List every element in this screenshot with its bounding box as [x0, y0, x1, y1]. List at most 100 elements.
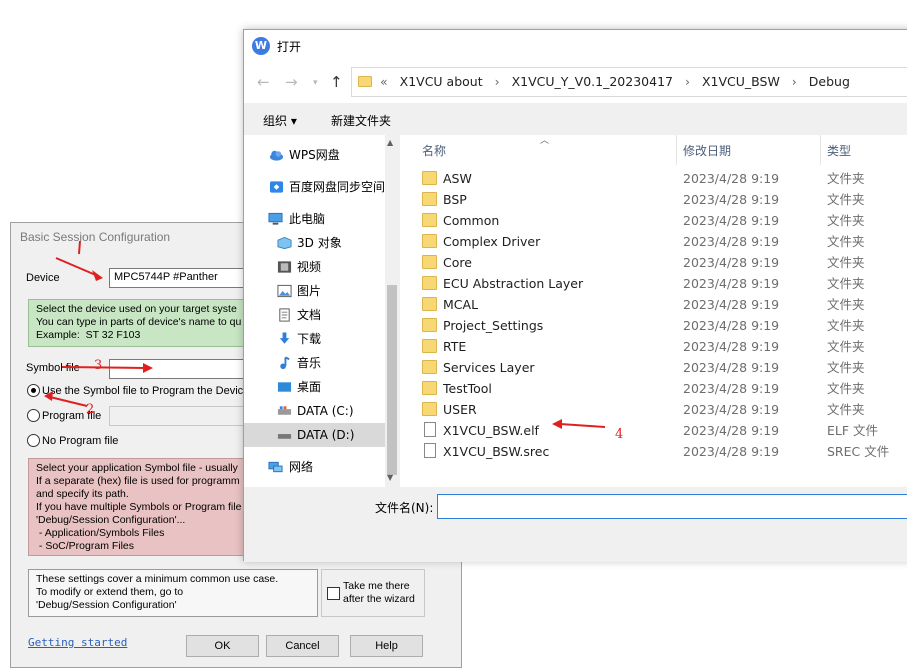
breadcrumb: « X1VCU about › X1VCU_Y_V0.1_20230417 › …: [380, 74, 858, 89]
download-icon: [279, 332, 290, 344]
breadcrumb-overflow[interactable]: «: [380, 74, 388, 89]
folder-row[interactable]: Services Layer 2023/4/28 9:19 文件夹: [400, 357, 907, 378]
symbol-file-input[interactable]: [109, 359, 249, 379]
device-field[interactable]: MPC5744P #Panther: [109, 268, 249, 288]
take-me-there-checkbox[interactable]: [327, 587, 340, 600]
filename-bar: 文件名(N):: [244, 487, 907, 562]
column-header-name[interactable]: 名称: [422, 142, 446, 159]
folder-row[interactable]: BSP 2023/4/28 9:19 文件夹: [400, 189, 907, 210]
file-name: BSP: [443, 192, 467, 207]
folder-icon: [422, 255, 437, 269]
file-name: X1VCU_BSW.elf: [443, 423, 539, 438]
scroll-down-icon[interactable]: ▼: [387, 473, 393, 482]
nav-item-pictures[interactable]: 图片: [244, 279, 385, 303]
file-type: 文件夹: [827, 192, 865, 207]
folder-row[interactable]: MCAL 2023/4/28 9:19 文件夹: [400, 294, 907, 315]
nav-item-drive-d[interactable]: DATA (D:): [244, 423, 385, 447]
cancel-button[interactable]: Cancel: [266, 635, 339, 657]
open-file-dialog: W 打开 ← → ▾ ↑ « X1VCU about › X1VCU_Y_V0.…: [243, 29, 907, 562]
breadcrumb-separator-icon: ›: [494, 74, 500, 89]
program-file-input[interactable]: [109, 406, 249, 426]
folder-row[interactable]: Core 2023/4/28 9:19 文件夹: [400, 252, 907, 273]
nav-item-network[interactable]: 网络: [244, 455, 385, 479]
title-bar: W 打开: [244, 30, 907, 63]
filename-input[interactable]: [437, 494, 907, 519]
column-divider[interactable]: [820, 135, 821, 165]
folder-row[interactable]: ASW 2023/4/28 9:19 文件夹: [400, 168, 907, 189]
breadcrumb-separator-icon: ›: [791, 74, 797, 89]
picture-icon: [277, 284, 292, 298]
folder-row[interactable]: ECU Abstraction Layer 2023/4/28 9:19 文件夹: [400, 273, 907, 294]
column-header-date[interactable]: 修改日期: [683, 142, 731, 159]
folder-row[interactable]: Complex Driver 2023/4/28 9:19 文件夹: [400, 231, 907, 252]
folder-icon: [422, 171, 437, 185]
file-date: 2023/4/28 9:19: [683, 192, 780, 207]
folder-icon: [422, 381, 437, 395]
nav-item-wps-cloud[interactable]: WPS网盘: [244, 143, 385, 167]
no-program-file-radio[interactable]: [27, 434, 40, 447]
new-folder-button[interactable]: 新建文件夹: [331, 112, 391, 129]
music-icon: [280, 356, 290, 370]
breadcrumb-item[interactable]: Debug: [809, 74, 850, 89]
symbol-file-radio[interactable]: [27, 384, 40, 397]
network-icon: [268, 461, 283, 473]
file-name: ASW: [443, 171, 472, 186]
file-row[interactable]: X1VCU_BSW.elf 2023/4/28 9:19 ELF 文件: [400, 420, 907, 441]
file-name: Services Layer: [443, 360, 535, 375]
file-type: 文件夹: [827, 276, 865, 291]
dialog-title: 打开: [277, 40, 302, 54]
file-date: 2023/4/28 9:19: [683, 423, 780, 438]
breadcrumb-item[interactable]: X1VCU_BSW: [702, 74, 780, 89]
nav-item-drive-c[interactable]: DATA (C:): [244, 399, 385, 423]
annotation-number-3: 3: [94, 358, 103, 373]
folder-row[interactable]: TestTool 2023/4/28 9:19 文件夹: [400, 378, 907, 399]
nav-item-documents[interactable]: 文档: [244, 303, 385, 327]
up-arrow-icon[interactable]: ↑: [330, 73, 343, 91]
breadcrumb-item[interactable]: X1VCU about: [400, 74, 483, 89]
folder-row[interactable]: USER 2023/4/28 9:19 文件夹: [400, 399, 907, 420]
getting-started-link[interactable]: Getting started: [28, 636, 127, 649]
drive-icon: [277, 434, 292, 439]
file-date: 2023/4/28 9:19: [683, 318, 780, 333]
forward-arrow-icon[interactable]: →: [285, 73, 298, 91]
nav-item-music[interactable]: 音乐: [244, 351, 385, 375]
address-bar[interactable]: « X1VCU about › X1VCU_Y_V0.1_20230417 › …: [351, 67, 907, 97]
help-button[interactable]: Help: [350, 635, 423, 657]
program-file-radio[interactable]: [27, 409, 40, 422]
folder-row[interactable]: Common 2023/4/28 9:19 文件夹: [400, 210, 907, 231]
screen: Basic Session Configuration Device MPC57…: [0, 0, 907, 671]
nav-item-this-pc[interactable]: 此电脑: [244, 207, 385, 231]
breadcrumb-item[interactable]: X1VCU_Y_V0.1_20230417: [512, 74, 673, 89]
nav-item-downloads[interactable]: 下载: [244, 327, 385, 351]
nav-item-baidu-sync[interactable]: 百度网盘同步空间: [244, 175, 385, 199]
file-name: Project_Settings: [443, 318, 544, 333]
symbol-file-radio-label: Use the Symbol file to Program the Devic…: [42, 385, 250, 397]
nav-item-3d-objects[interactable]: 3D 对象: [244, 231, 385, 255]
scroll-up-icon[interactable]: ▲: [387, 138, 393, 147]
document-icon: [279, 308, 290, 322]
folder-icon: [422, 318, 437, 332]
organize-menu[interactable]: 组织 ▾: [263, 112, 297, 129]
folder-row[interactable]: Project_Settings 2023/4/28 9:19 文件夹: [400, 315, 907, 336]
file-type: 文件夹: [827, 213, 865, 228]
folder-icon: [422, 360, 437, 374]
file-type: 文件夹: [827, 402, 865, 417]
column-divider[interactable]: [676, 135, 677, 165]
folder-row[interactable]: RTE 2023/4/28 9:19 文件夹: [400, 336, 907, 357]
file-date: 2023/4/28 9:19: [683, 444, 780, 459]
wps-app-icon: W: [252, 37, 270, 55]
nav-item-videos[interactable]: 视频: [244, 255, 385, 279]
file-row[interactable]: X1VCU_BSW.srec 2023/4/28 9:19 SREC 文件: [400, 441, 907, 462]
navigation-scrollbar[interactable]: ▲ ▼: [385, 135, 399, 487]
recent-locations-chevron-icon[interactable]: ▾: [313, 78, 318, 88]
back-arrow-icon[interactable]: ←: [257, 73, 270, 91]
column-header-type[interactable]: 类型: [827, 142, 851, 159]
ok-button[interactable]: OK: [186, 635, 259, 657]
file-type: SREC 文件: [827, 444, 890, 459]
file-type: 文件夹: [827, 339, 865, 354]
folder-icon: [422, 402, 437, 416]
file-type: ELF 文件: [827, 423, 879, 438]
nav-item-desktop[interactable]: 桌面: [244, 375, 385, 399]
scrollbar-thumb[interactable]: [387, 285, 397, 475]
file-name: RTE: [443, 339, 467, 354]
